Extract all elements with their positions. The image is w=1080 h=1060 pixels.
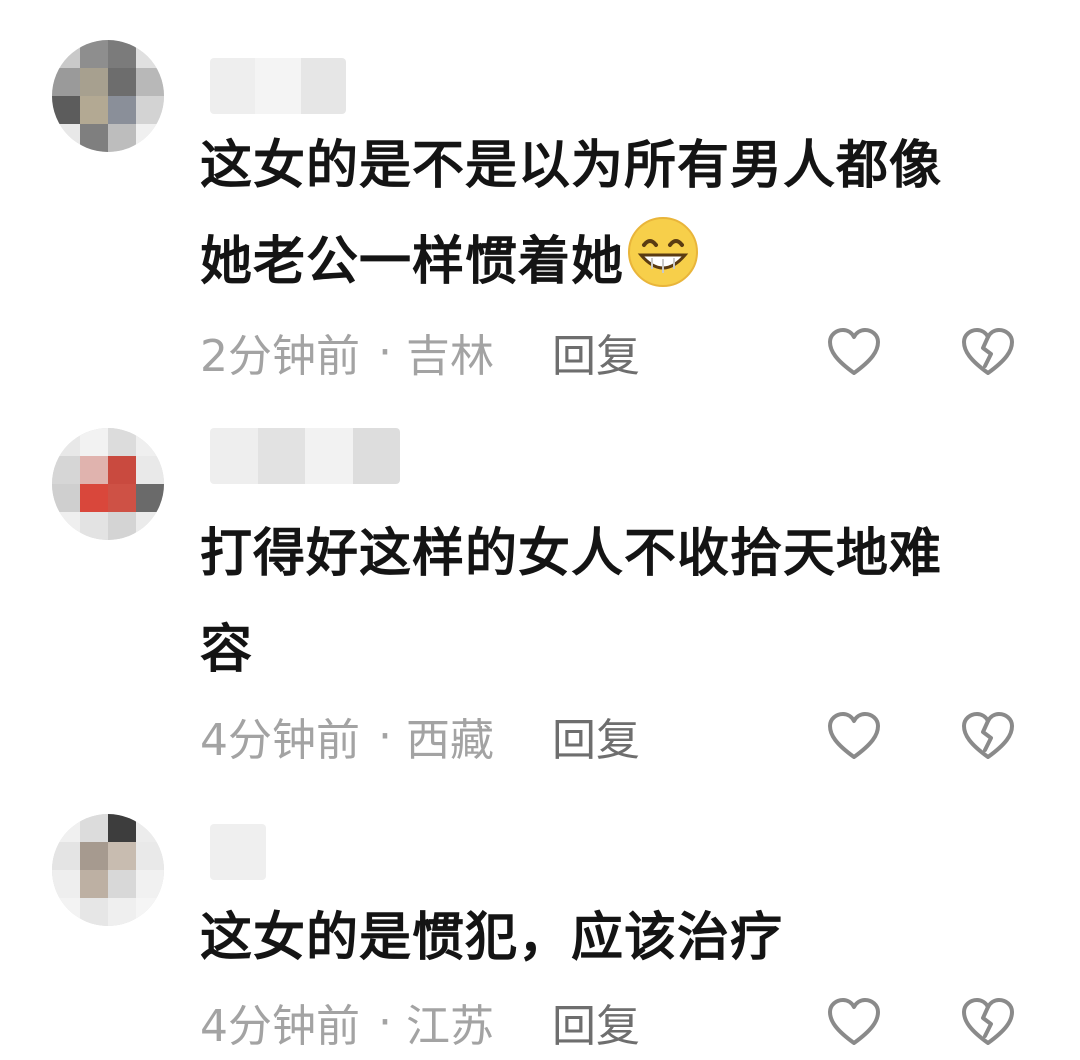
meta-separator: · — [378, 710, 392, 762]
comment-text-line: 她老公一样惯着她 — [200, 214, 1040, 310]
comment-text-line: 这女的是惯犯，应该治疗 — [200, 908, 784, 968]
reply-button[interactable]: 回复 — [552, 320, 640, 384]
comment-text-line: 打得好这样的女人不收拾天地难 — [200, 524, 943, 584]
comment-list: 这女的是不是以为所有男人都像 她老公一样惯着她 2分钟前 · 吉林 回复 打得好… — [0, 0, 1080, 1060]
comment-meta: 2分钟前 · 吉林 回复 — [200, 322, 1030, 382]
comment-text-segment: 她老公一样惯着她 — [200, 232, 625, 292]
comment-item: 这女的是惯犯，应该治疗 4分钟前 · 江苏 回复 — [0, 800, 1080, 1060]
comment-text-line: 这女的是不是以为所有男人都像 — [200, 136, 943, 196]
comment-meta: 4分钟前 · 江苏 回复 — [200, 992, 1030, 1052]
broken-heart-icon[interactable] — [960, 996, 1016, 1048]
avatar[interactable] — [52, 814, 164, 926]
username-blurred[interactable] — [210, 824, 266, 880]
avatar[interactable] — [52, 40, 164, 152]
reply-button[interactable]: 回复 — [552, 990, 640, 1054]
comment-item: 这女的是不是以为所有男人都像 她老公一样惯着她 2分钟前 · 吉林 回复 — [0, 0, 1080, 400]
heart-outline-icon[interactable] — [826, 710, 882, 762]
comment-text-line: 容 — [200, 620, 254, 680]
username-blurred[interactable] — [210, 58, 346, 114]
broken-heart-icon[interactable] — [960, 710, 1016, 762]
comment-text: 这女的是惯犯，应该治疗 — [200, 890, 1040, 986]
avatar[interactable] — [52, 428, 164, 540]
comment-meta: 4分钟前 · 西藏 回复 — [200, 706, 1030, 766]
comment-text: 这女的是不是以为所有男人都像 她老公一样惯着她 — [200, 118, 1040, 310]
comment-time: 2分钟前 — [200, 331, 360, 382]
reply-button[interactable]: 回复 — [552, 704, 640, 768]
heart-outline-icon[interactable] — [826, 326, 882, 378]
comment-text: 打得好这样的女人不收拾天地难 容 — [200, 506, 1040, 698]
broken-heart-icon[interactable] — [960, 326, 1016, 378]
comment-time: 4分钟前 — [200, 715, 360, 766]
meta-separator: · — [378, 326, 392, 378]
comment-item: 打得好这样的女人不收拾天地难 容 4分钟前 · 西藏 回复 — [0, 400, 1080, 800]
comment-time: 4分钟前 — [200, 1001, 360, 1052]
comment-region: 西藏 — [406, 715, 494, 766]
meta-separator: · — [378, 996, 392, 1048]
grinning-face-emoji-icon — [628, 217, 699, 287]
username-blurred[interactable] — [210, 428, 400, 484]
comment-region: 吉林 — [406, 331, 494, 382]
comment-region: 江苏 — [406, 1001, 494, 1052]
heart-outline-icon[interactable] — [826, 996, 882, 1048]
